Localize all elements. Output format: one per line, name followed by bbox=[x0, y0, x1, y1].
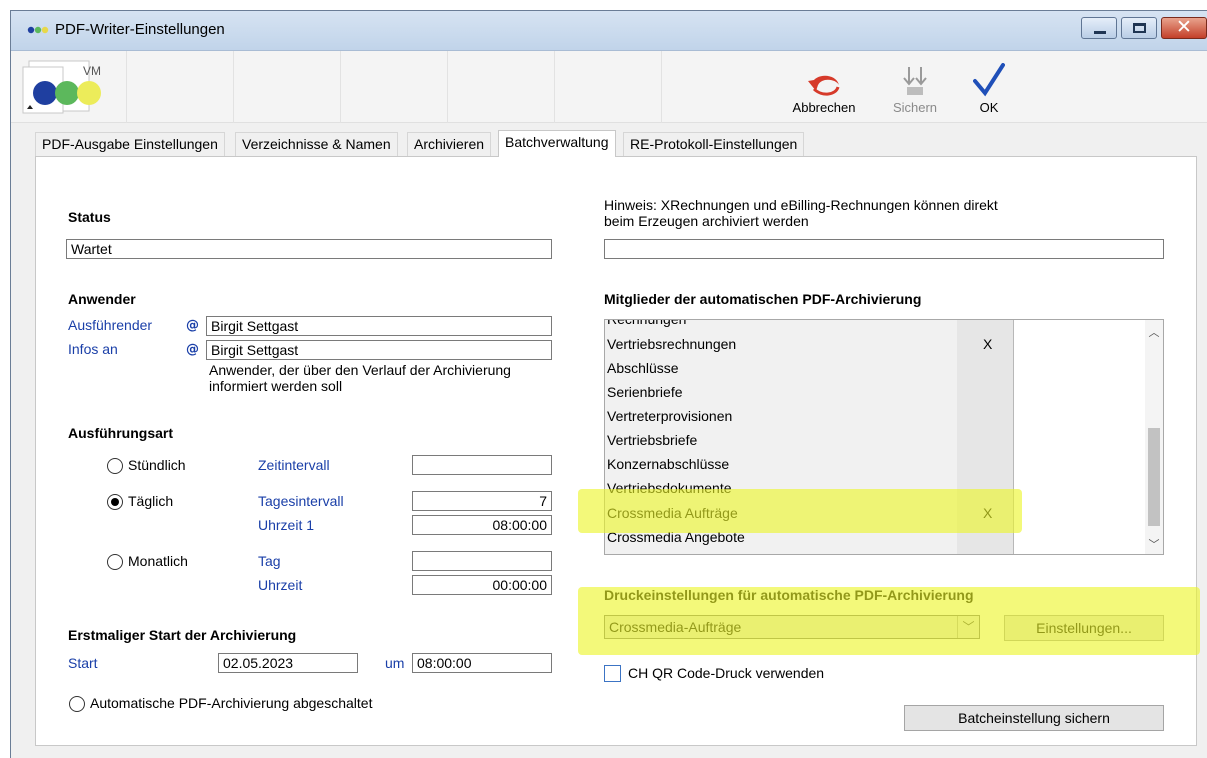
app-icon bbox=[27, 26, 49, 34]
members-heading: Mitglieder der automatischen PDF-Archivi… bbox=[604, 291, 922, 307]
minimize-icon bbox=[1094, 31, 1106, 34]
scroll-thumb[interactable] bbox=[1148, 428, 1160, 526]
toolbar-separator bbox=[340, 51, 341, 123]
cancel-label: Abbrechen bbox=[792, 100, 856, 115]
qr-code-label: CH QR Code-Druck verwenden bbox=[628, 665, 825, 681]
tab-archivieren[interactable]: Archivieren bbox=[407, 132, 492, 156]
status-heading: Status bbox=[68, 209, 111, 225]
scroll-up-icon[interactable]: ︿ bbox=[1145, 324, 1163, 340]
executor-label: Ausführender bbox=[68, 317, 153, 333]
members-list[interactable]: Rechnungen Vertriebsrechnungen X Abschlüs… bbox=[604, 319, 1164, 555]
first-start-heading: Erstmaliger Start der Archivierung bbox=[68, 627, 297, 643]
logo-text: VM bbox=[83, 64, 101, 78]
hint-field bbox=[604, 239, 1164, 259]
list-item[interactable]: Konzernabschlüsse bbox=[605, 453, 1147, 477]
minimize-button[interactable] bbox=[1081, 17, 1117, 39]
start-date-field[interactable]: 02.05.2023 bbox=[218, 653, 358, 673]
pdf-writer-settings-window: PDF-Writer-Einstellungen ✕ VM Abbrechen … bbox=[10, 10, 1207, 758]
uhrzeit-label: Uhrzeit bbox=[258, 577, 303, 593]
save-batch-button[interactable]: Batcheinstellung sichern bbox=[904, 705, 1164, 731]
maximize-icon bbox=[1133, 23, 1146, 33]
ok-button[interactable]: OK bbox=[969, 51, 1009, 123]
tagesintervall-field[interactable]: 7 bbox=[412, 491, 552, 511]
save-button[interactable]: Sichern bbox=[887, 51, 943, 123]
undo-arrow-icon bbox=[808, 75, 840, 96]
info-field[interactable]: Birgit Settgast bbox=[206, 340, 552, 360]
tagesintervall-label: Tagesintervall bbox=[258, 493, 344, 509]
checkmark-icon bbox=[973, 63, 1005, 97]
executor-field[interactable]: Birgit Settgast bbox=[206, 316, 552, 336]
zeitintervall-label: Zeitintervall bbox=[258, 457, 330, 473]
daily-label: Täglich bbox=[128, 493, 174, 509]
save-arrows-icon bbox=[903, 67, 927, 95]
ausfuehrungsart-heading: Ausführungsart bbox=[68, 425, 173, 441]
toolbar-separator bbox=[447, 51, 448, 123]
close-button[interactable]: ✕ bbox=[1161, 17, 1207, 39]
close-icon: ✕ bbox=[1176, 17, 1192, 38]
monthly-radio[interactable] bbox=[107, 554, 123, 570]
list-item[interactable]: Vertriebsbriefe bbox=[605, 429, 1147, 453]
toolbar-separator bbox=[554, 51, 555, 123]
list-item[interactable]: Serienbriefe bbox=[605, 381, 1147, 405]
um-label: um bbox=[385, 655, 405, 671]
hint-line1: Hinweis: XRechnungen und eBilling-Rechnu… bbox=[604, 197, 998, 213]
print-settings-select[interactable]: Crossmedia-Aufträge ﹀ bbox=[604, 615, 980, 639]
hourly-label: Stündlich bbox=[128, 457, 186, 473]
start-label: Start bbox=[68, 655, 98, 671]
tab-re-protokoll[interactable]: RE-Protokoll-Einstellungen bbox=[623, 132, 805, 156]
ok-label: OK bbox=[979, 100, 999, 115]
qr-code-checkbox[interactable] bbox=[604, 665, 621, 682]
print-settings-heading: Druckeinstellungen für automatische PDF-… bbox=[604, 587, 974, 603]
daily-radio[interactable] bbox=[107, 494, 123, 510]
anwender-note-line1: Anwender, der über den Verlauf der Archi… bbox=[209, 362, 511, 378]
title-bar: PDF-Writer-Einstellungen ✕ bbox=[11, 11, 1207, 51]
tab-batchverwaltung[interactable]: Batchverwaltung bbox=[498, 130, 616, 157]
scroll-down-icon[interactable]: ﹀ bbox=[1145, 536, 1163, 552]
tag-field[interactable] bbox=[412, 551, 552, 571]
list-item[interactable]: Vertreterprovisionen bbox=[605, 405, 1147, 429]
disable-archiving-label: Automatische PDF-Archivierung abgeschalt… bbox=[90, 695, 373, 711]
monthly-label: Monatlich bbox=[128, 553, 188, 569]
list-item[interactable]: Vertriebsdokumente bbox=[605, 477, 1147, 501]
anwender-heading: Anwender bbox=[68, 291, 136, 307]
print-settings-value: Crossmedia-Aufträge bbox=[609, 619, 742, 635]
zeitintervall-field[interactable] bbox=[412, 455, 552, 475]
batchverwaltung-panel: Status Wartet Anwender Ausführender @ Bi… bbox=[35, 156, 1197, 746]
list-scrollbar[interactable]: ︿ ﹀ bbox=[1145, 320, 1163, 554]
disable-archiving-radio[interactable] bbox=[69, 696, 85, 712]
toolbar-separator bbox=[126, 51, 127, 123]
toolbar-separator bbox=[233, 51, 234, 123]
tab-pdf-ausgabe[interactable]: PDF-Ausgabe Einstellungen bbox=[35, 132, 225, 156]
hint-line2: beim Erzeugen archiviert werden bbox=[604, 213, 809, 229]
start-time-field[interactable]: 08:00:00 bbox=[412, 653, 552, 673]
list-item[interactable]: Crossmedia Aufträge X bbox=[605, 502, 1147, 526]
info-label: Infos an bbox=[68, 341, 118, 357]
uhrzeit1-field[interactable]: 08:00:00 bbox=[412, 515, 552, 535]
hourly-radio[interactable] bbox=[107, 458, 123, 474]
cancel-button[interactable]: Abbrechen bbox=[789, 51, 859, 123]
maximize-button[interactable] bbox=[1121, 17, 1157, 39]
vm-logo: VM bbox=[22, 60, 101, 114]
save-label: Sichern bbox=[892, 100, 938, 115]
list-item[interactable]: Vertriebsrechnungen X bbox=[605, 333, 1147, 357]
at-icon: @ bbox=[186, 318, 199, 333]
hint-text: Hinweis: XRechnungen und eBilling-Rechnu… bbox=[604, 197, 998, 229]
window-title: PDF-Writer-Einstellungen bbox=[55, 21, 225, 38]
toolbar-separator bbox=[661, 51, 662, 123]
anwender-note-line2: informiert werden soll bbox=[209, 378, 343, 394]
tag-label: Tag bbox=[258, 553, 281, 569]
tab-verzeichnisse[interactable]: Verzeichnisse & Namen bbox=[235, 132, 398, 156]
list-item[interactable]: Abschlüsse bbox=[605, 357, 1147, 381]
uhrzeit1-label: Uhrzeit 1 bbox=[258, 517, 315, 533]
status-field: Wartet bbox=[66, 239, 552, 259]
toolbar: VM Abbrechen Sichern OK bbox=[11, 51, 1207, 123]
list-item[interactable]: Rechnungen bbox=[605, 320, 1147, 332]
settings-button[interactable]: Einstellungen... bbox=[1004, 615, 1164, 641]
anwender-note: Anwender, der über den Verlauf der Archi… bbox=[209, 362, 511, 394]
chevron-down-icon[interactable]: ﹀ bbox=[957, 616, 979, 638]
at-icon: @ bbox=[186, 342, 199, 357]
uhrzeit-field[interactable]: 00:00:00 bbox=[412, 575, 552, 595]
list-item[interactable]: Crossmedia Angebote bbox=[605, 526, 1147, 550]
